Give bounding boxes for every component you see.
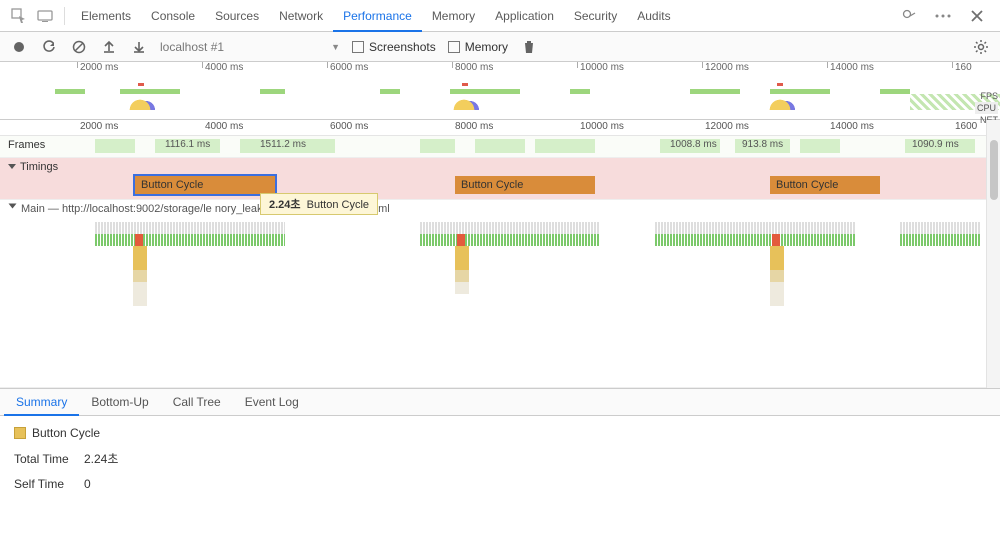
memory-checkbox[interactable]: Memory: [448, 40, 508, 54]
load-button[interactable]: [100, 38, 118, 56]
overview-tick: 2000 ms: [80, 62, 118, 73]
screenshots-checkbox[interactable]: Screenshots: [352, 40, 436, 54]
overview-tick: 6000 ms: [330, 62, 368, 73]
performance-toolbar: localhost #1 ▼ Screenshots Memory: [0, 32, 1000, 62]
overview-tick: 8000 ms: [455, 62, 493, 73]
lane-main[interactable]: Main — http://localhost:9002/storage/le …: [0, 200, 1000, 388]
overview-tick: 12000 ms: [705, 62, 749, 73]
self-time-label: Self Time: [14, 477, 84, 491]
legend-swatch: [14, 427, 26, 439]
frame-duration: 1090.9 ms: [912, 139, 959, 150]
tab-sources[interactable]: Sources: [205, 0, 269, 32]
more-icon[interactable]: [934, 7, 952, 25]
timing-entry[interactable]: Button Cycle: [455, 176, 595, 194]
tab-performance[interactable]: Performance: [333, 0, 422, 32]
overview-graph: FPS CPU NET: [0, 76, 1000, 120]
frame-duration: 1511.2 ms: [260, 139, 306, 150]
summary-title: Button Cycle: [14, 426, 986, 440]
tab-audits[interactable]: Audits: [627, 0, 680, 32]
overview-ruler: 2000 ms 4000 ms 6000 ms 8000 ms 10000 ms…: [0, 62, 1000, 76]
tab-security[interactable]: Security: [564, 0, 627, 32]
dropdown-icon: ▼: [331, 42, 340, 52]
detail-tabs: Summary Bottom-Up Call Tree Event Log: [0, 388, 1000, 416]
lane-label-timings: Timings: [8, 161, 58, 173]
memory-label: Memory: [465, 40, 508, 54]
tab-console[interactable]: Console: [141, 0, 205, 32]
inspect-icon[interactable]: [10, 7, 28, 25]
lane-frames[interactable]: Frames 1116.1 ms 1511.2 ms 1008.8 ms 913…: [0, 136, 1000, 158]
tab-memory[interactable]: Memory: [422, 0, 485, 32]
settings-icon[interactable]: [972, 38, 990, 56]
detail-tab-eventlog[interactable]: Event Log: [233, 388, 311, 416]
timing-entry[interactable]: Button Cycle: [770, 176, 880, 194]
overview-tick: 4000 ms: [205, 62, 243, 73]
clear-button[interactable]: [70, 38, 88, 56]
close-icon[interactable]: [968, 7, 986, 25]
flamechart-area[interactable]: 2000 ms 4000 ms 6000 ms 8000 ms 10000 ms…: [0, 120, 1000, 388]
tab-application[interactable]: Application: [485, 0, 564, 32]
gc-button[interactable]: [520, 38, 538, 56]
tab-elements[interactable]: Elements: [71, 0, 141, 32]
feedback-icon[interactable]: [900, 7, 918, 25]
overview-tick: 14000 ms: [830, 62, 874, 73]
record-button[interactable]: [10, 38, 28, 56]
frame-duration: 1116.1 ms: [165, 139, 210, 150]
recording-name: localhost #1: [160, 40, 224, 54]
self-time-value: 0: [84, 477, 91, 491]
overview-tick: 160: [955, 62, 972, 73]
device-icon[interactable]: [36, 7, 54, 25]
frame-duration: 1008.8 ms: [670, 139, 717, 150]
lane-label-main: Main — http://localhost:9002/storage/le …: [0, 200, 1000, 218]
lane-label-frames: Frames: [8, 139, 45, 151]
timing-tooltip: 2.24초 Button Cycle: [260, 193, 378, 215]
total-time-value: 2.24초: [84, 452, 118, 466]
lane-timings[interactable]: Timings Button Cycle Button Cycle Button…: [0, 158, 1000, 200]
reload-record-button[interactable]: [40, 38, 58, 56]
separator: [64, 7, 65, 25]
devtools-tabbar: Elements Console Sources Network Perform…: [0, 0, 1000, 32]
recording-selector[interactable]: localhost #1 ▼: [160, 40, 340, 54]
detail-tab-summary[interactable]: Summary: [4, 388, 79, 416]
overview-strip[interactable]: 2000 ms 4000 ms 6000 ms 8000 ms 10000 ms…: [0, 62, 1000, 120]
screenshots-label: Screenshots: [369, 40, 436, 54]
timing-entry[interactable]: Button Cycle: [135, 176, 275, 194]
save-button[interactable]: [130, 38, 148, 56]
frame-duration: 913.8 ms: [742, 139, 783, 150]
vertical-scrollbar[interactable]: [986, 120, 1000, 388]
total-time-label: Total Time: [14, 452, 84, 466]
detail-tab-calltree[interactable]: Call Tree: [161, 388, 233, 416]
detail-tab-bottomup[interactable]: Bottom-Up: [79, 388, 160, 416]
timeline-ruler: 2000 ms 4000 ms 6000 ms 8000 ms 10000 ms…: [0, 120, 1000, 136]
summary-panel: Button Cycle Total Time2.24초 Self Time0: [0, 416, 1000, 501]
tab-network[interactable]: Network: [269, 0, 333, 32]
overview-tick: 10000 ms: [580, 62, 624, 73]
